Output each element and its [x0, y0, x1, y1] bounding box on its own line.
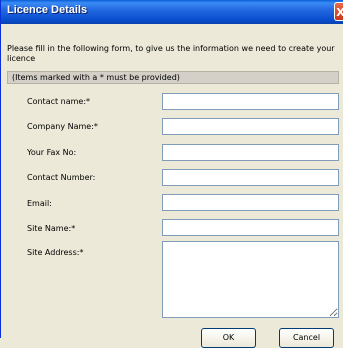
company-name-label: Company Name:* [27, 122, 98, 131]
site-address-textarea[interactable] [162, 241, 339, 318]
ok-button[interactable]: OK [201, 328, 256, 348]
site-name-input[interactable] [162, 219, 339, 236]
required-note: (Items marked with a * must be provided) [7, 71, 339, 84]
site-address-label: Site Address:* [27, 248, 84, 257]
close-button[interactable]: X [334, 2, 343, 21]
window-title: Licence Details [7, 4, 88, 16]
cancel-button[interactable]: Cancel [279, 328, 334, 348]
contact-number-input[interactable] [162, 169, 339, 186]
email-input[interactable] [162, 194, 339, 211]
contact-name-input[interactable] [162, 93, 339, 110]
contact-name-label: Contact name:* [27, 97, 91, 106]
site-name-label: Site Name:* [27, 224, 76, 233]
company-name-input[interactable] [162, 118, 339, 135]
email-label: Email: [27, 199, 52, 208]
intro-text: Please fill in the following form, to gi… [7, 44, 335, 63]
fax-label: Your Fax No: [27, 148, 77, 157]
licence-details-dialog: Licence Details X Please fill in the fol… [0, 0, 343, 348]
title-bar: Licence Details X [1, 0, 343, 24]
fax-input[interactable] [162, 144, 339, 161]
contact-number-label: Contact Number: [27, 173, 96, 182]
